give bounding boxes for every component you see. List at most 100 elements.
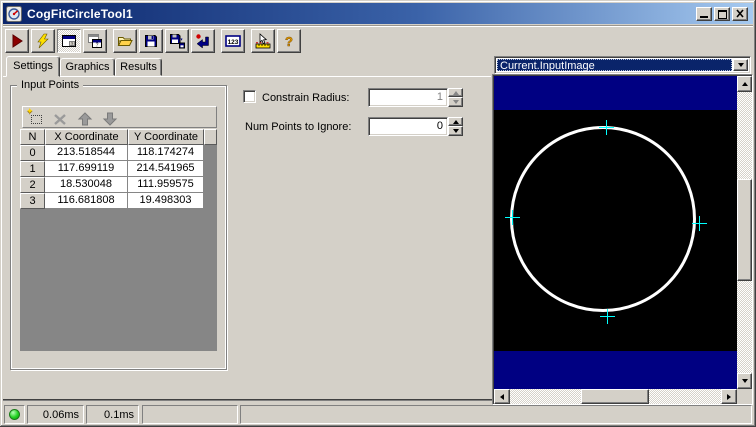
row-header: 2 (20, 177, 45, 193)
electric-run-button[interactable] (31, 29, 55, 53)
image-selector-combobox[interactable]: Current.InputImage (494, 56, 751, 74)
close-icon (736, 9, 744, 18)
cell-y[interactable]: 214.541965 (128, 161, 204, 177)
cell-x[interactable]: 117.699119 (45, 161, 128, 177)
run-status-cell (4, 405, 25, 424)
table-row: 3 116.681808 19.498303 (20, 193, 217, 209)
table-row: 0 213.518544 118.174274 (20, 145, 217, 161)
column-header-n: N (20, 129, 45, 145)
scrollbar-corner (737, 389, 752, 404)
numeric-results-icon: 123 (225, 35, 241, 47)
horizontal-scrollbar[interactable] (494, 389, 737, 404)
show-tool-editor-button[interactable]: ? (57, 29, 81, 53)
scroll-up-button[interactable] (737, 76, 752, 92)
chevron-down-icon (737, 63, 744, 67)
window-title: CogFitCircleTool1 (27, 6, 133, 21)
float-tool-editor-button[interactable]: ? (83, 29, 107, 53)
move-point-down-button[interactable] (102, 109, 120, 126)
open-button[interactable] (113, 29, 137, 53)
floppy-copy-icon (170, 34, 185, 49)
num-points-label: Num Points to Ignore: (245, 121, 352, 133)
reset-button[interactable] (191, 29, 215, 53)
cell-y[interactable]: 19.498303 (128, 193, 204, 209)
minimize-button[interactable] (696, 7, 712, 21)
point-marker[interactable] (599, 120, 614, 135)
status-cell-empty (142, 405, 238, 424)
scroll-down-button[interactable] (737, 373, 752, 389)
table-row: 2 18.530048 111.959575 (20, 177, 217, 193)
tool-time-cell: 0.06ms (27, 405, 84, 424)
lightning-icon (37, 33, 49, 49)
spin-down-icon[interactable] (448, 126, 463, 136)
svg-text:?: ? (96, 43, 99, 49)
vertical-scrollbar[interactable] (737, 76, 752, 389)
panel-bottom-edge (3, 399, 492, 401)
play-icon (12, 34, 23, 48)
add-point-button[interactable]: ✦ (26, 106, 45, 126)
image-bottom-band (494, 351, 737, 389)
spin-down-icon (448, 97, 463, 107)
floating-window-icon: ? (88, 34, 102, 49)
status-message-cell (240, 405, 752, 424)
column-header-x: X Coordinate (45, 129, 128, 145)
cell-y[interactable]: 118.174274 (128, 145, 204, 161)
tab-graphics[interactable]: Graphics (60, 58, 115, 76)
row-header: 0 (20, 145, 45, 161)
cell-x[interactable]: 116.681808 (45, 193, 128, 209)
tool-window: CogFitCircleTool1 ? ? 123 ? Settings Gra… (0, 0, 756, 427)
help-icon: ? (285, 34, 294, 49)
save-subset-button[interactable] (165, 29, 189, 53)
input-points-grid: N X Coordinate Y Coordinate 0 213.518544… (20, 129, 217, 351)
arrow-up-icon (77, 112, 93, 126)
spin-up-icon (448, 88, 463, 97)
run-tool-button[interactable] (5, 29, 29, 53)
table-row: 1 117.699119 214.541965 (20, 161, 217, 177)
open-folder-icon (117, 37, 133, 46)
tab-settings[interactable]: Settings (6, 56, 60, 77)
total-time: 0.1ms (104, 409, 134, 421)
save-button[interactable] (139, 29, 163, 53)
maximize-button[interactable] (714, 7, 730, 21)
num-points-field[interactable]: 0 (368, 117, 448, 136)
floppy-icon (145, 35, 157, 47)
combo-dropdown-button[interactable] (733, 59, 748, 71)
cell-y[interactable]: 111.959575 (128, 177, 204, 193)
tool-window-icon: ? (62, 35, 76, 47)
vertical-scroll-thumb[interactable] (737, 179, 752, 281)
constrain-radius-stepper (448, 88, 463, 107)
point-marker[interactable] (600, 309, 615, 324)
cell-x[interactable]: 213.518544 (45, 145, 128, 161)
points-toolbar: ✦ (22, 106, 217, 128)
row-header: 1 (20, 161, 45, 177)
input-points-label: Input Points (17, 79, 84, 91)
show-numeric-results-button[interactable]: 123 (221, 29, 245, 53)
scroll-left-button[interactable] (494, 389, 510, 404)
constrain-radius-field: 1 (368, 88, 448, 107)
status-led-icon (9, 409, 20, 420)
fitted-circle-graphic (510, 126, 696, 312)
tab-page-edge (3, 76, 491, 77)
maximize-icon (718, 10, 727, 19)
close-button[interactable] (732, 7, 748, 21)
num-points-stepper[interactable] (448, 117, 463, 136)
total-time-cell: 0.1ms (86, 405, 139, 424)
point-marker[interactable] (692, 216, 707, 231)
app-icon (6, 5, 22, 22)
interactive-graphics-button[interactable] (251, 29, 275, 53)
constrain-radius-label: Constrain Radius: (262, 92, 350, 104)
image-display (494, 76, 737, 389)
help-button[interactable]: ? (277, 29, 301, 53)
point-marker[interactable] (505, 210, 520, 225)
move-point-up-button[interactable] (77, 109, 95, 126)
title-bar[interactable]: CogFitCircleTool1 (3, 3, 753, 24)
tab-results[interactable]: Results (115, 58, 162, 76)
grid-header-row: N X Coordinate Y Coordinate (20, 129, 217, 145)
column-header-filler (204, 129, 217, 145)
constrain-radius-checkbox[interactable] (243, 90, 256, 103)
delete-point-button[interactable] (52, 109, 70, 126)
arrow-down-icon (102, 112, 118, 126)
horizontal-scroll-thumb[interactable] (581, 389, 649, 404)
cell-x[interactable]: 18.530048 (45, 177, 128, 193)
spin-up-icon[interactable] (448, 117, 463, 126)
scroll-right-button[interactable] (721, 389, 737, 404)
